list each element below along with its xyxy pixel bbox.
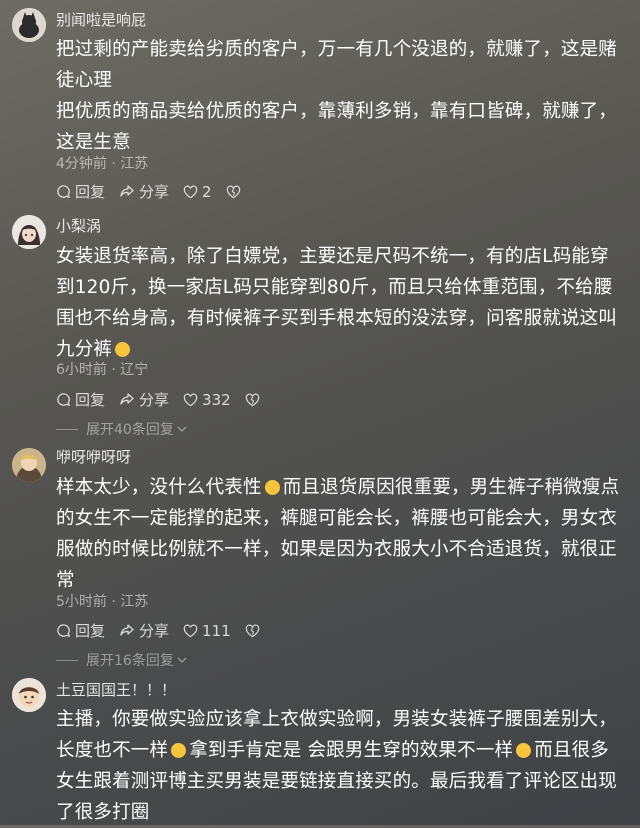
share-label: 分享	[139, 391, 170, 409]
comment-line: 把优质的商品卖给优质的客户，靠薄利多销，靠有口皆碑，就赚了，这是生意	[56, 101, 618, 153]
divider	[56, 659, 78, 661]
dislike-button[interactable]	[245, 624, 264, 638]
reply-icon	[57, 624, 71, 638]
heart-icon	[183, 393, 198, 406]
meta-separator: ·	[111, 156, 116, 172]
chevron-down-icon	[177, 657, 187, 663]
divider	[56, 428, 78, 430]
like-button[interactable]: 2	[183, 183, 212, 201]
username[interactable]: 别闻啦是响屁	[56, 10, 146, 30]
laughing-emoji-icon	[264, 479, 280, 495]
reply-button[interactable]: 回复	[56, 620, 105, 641]
reply-button[interactable]: 回复	[56, 181, 105, 202]
share-label: 分享	[139, 622, 170, 640]
broken-heart-icon	[245, 393, 259, 406]
location: 辽宁	[120, 362, 149, 378]
username[interactable]: 土豆国国王！！！	[56, 680, 176, 700]
comment-meta: 4分钟前 · 江苏	[56, 155, 148, 173]
share-button[interactable]: 分享	[119, 620, 169, 641]
heart-icon	[183, 185, 198, 198]
expand-replies-label: 展开16条回复	[86, 653, 174, 669]
location: 江苏	[120, 156, 149, 172]
comment-meta: 6小时前 · 辽宁	[56, 361, 148, 379]
cartoon-face-avatar-icon	[12, 678, 46, 712]
share-icon	[120, 624, 134, 636]
like-button[interactable]: 332	[183, 391, 231, 409]
avatar[interactable]	[12, 448, 46, 482]
location: 江苏	[120, 594, 149, 610]
dislike-button[interactable]	[245, 393, 264, 407]
meta-separator: ·	[111, 362, 116, 378]
avatar[interactable]	[12, 8, 46, 42]
sleepy-face-emoji-icon	[115, 341, 131, 357]
avatar[interactable]	[12, 678, 46, 712]
broken-heart-icon	[226, 185, 240, 198]
comment-text: 女装退货率高，除了白嫖党，主要还是尺码不统一，有的店L码能穿到120斤，换一家店…	[56, 241, 626, 365]
like-count: 111	[202, 621, 231, 640]
share-icon	[120, 185, 134, 197]
comment-line: 把过剩的产能卖给劣质的客户，万一有几个没退的，就赚了，这是赌徒心理	[56, 39, 618, 91]
like-button[interactable]: 111	[183, 622, 231, 640]
reply-button[interactable]: 回复	[56, 389, 105, 410]
comment-text: 样本太少，没什么代表性 而且退货原因很重要，男生裤子稍微瘦点的女生不一定能撑的起来…	[56, 472, 626, 596]
expand-replies-label: 展开40条回复	[86, 422, 174, 438]
rolling-laughing-emoji-icon	[516, 742, 532, 758]
like-count: 332	[202, 390, 231, 409]
comment-body: 样本太少，没什么代表性	[56, 477, 262, 498]
comment-body: 女装退货率高，除了白嫖党，主要还是尺码不统一，有的店L码能穿到120斤，换一家店…	[56, 246, 618, 360]
timestamp: 4分钟前	[56, 156, 107, 172]
username[interactable]: 小梨涡	[56, 216, 101, 236]
share-label: 分享	[139, 183, 170, 201]
timestamp: 5小时前	[56, 594, 107, 610]
comment-meta: 5小时前 · 江苏	[56, 593, 148, 611]
comment-text: 主播，你要做实验应该拿上衣做实验啊，男装女装裤子腰围差别大，长度也不一样 拿到手肯…	[56, 704, 626, 828]
dislike-button[interactable]	[226, 185, 245, 199]
reply-label: 回复	[75, 183, 106, 201]
share-button[interactable]: 分享	[119, 181, 169, 202]
cat-avatar-icon	[12, 8, 46, 42]
timestamp: 6小时前	[56, 362, 107, 378]
reply-icon	[57, 185, 71, 199]
expand-replies-button[interactable]: 展开40条回复	[56, 419, 188, 439]
comment-actions: 回复 分享 2	[56, 181, 259, 202]
avatar[interactable]	[12, 215, 46, 249]
comment-body: 拿到手肯定是 会跟男生穿的效果不一样	[189, 740, 514, 761]
comment-text: 把过剩的产能卖给劣质的客户，万一有几个没退的，就赚了，这是赌徒心理 把优质的商品…	[56, 34, 626, 158]
reply-label: 回复	[75, 391, 106, 409]
chevron-down-icon	[177, 426, 187, 432]
share-button[interactable]: 分享	[119, 389, 169, 410]
character-avatar-icon	[12, 448, 46, 482]
reply-icon	[57, 393, 71, 407]
username[interactable]: 咿呀咿呀呀	[56, 447, 131, 467]
share-icon	[120, 393, 134, 405]
expand-replies-button[interactable]: 展开16条回复	[56, 650, 188, 670]
meta-separator: ·	[111, 594, 116, 610]
anime-girl-avatar-icon	[12, 215, 46, 249]
like-count: 2	[202, 182, 212, 201]
heart-icon	[183, 624, 198, 637]
rolling-laughing-emoji-icon	[171, 742, 187, 758]
comment-actions: 回复 分享 332	[56, 389, 278, 410]
comment-actions: 回复 分享 111	[56, 620, 278, 641]
broken-heart-icon	[245, 624, 259, 637]
reply-label: 回复	[75, 622, 106, 640]
